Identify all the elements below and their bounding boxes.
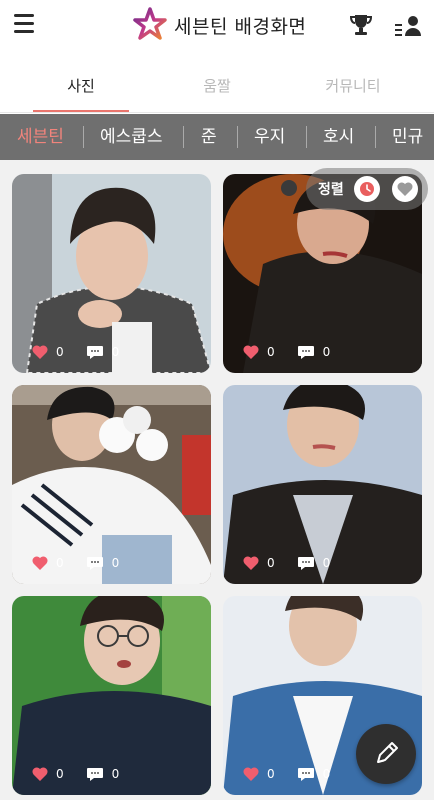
- category-scoups[interactable]: 에스쿱스: [100, 114, 163, 160]
- heart-icon: [32, 556, 48, 570]
- category-divider: [306, 126, 307, 148]
- comment-count[interactable]: 0: [86, 767, 119, 781]
- like-count[interactable]: 0: [243, 345, 275, 359]
- star-logo-icon: [133, 7, 167, 40]
- main-tabs: 사진 움짤 커뮤니티: [0, 60, 434, 112]
- like-count[interactable]: 0: [243, 767, 275, 781]
- category-divider: [237, 126, 238, 148]
- hamburger-menu-icon[interactable]: [14, 14, 34, 34]
- comment-count[interactable]: 0: [86, 345, 119, 359]
- comment-icon: [297, 768, 314, 781]
- heart-icon: [243, 556, 259, 570]
- tabs-divider: [0, 112, 434, 113]
- category-divider: [183, 126, 184, 148]
- heart-icon: [32, 345, 48, 359]
- tab-gifs[interactable]: 움짤: [168, 60, 266, 112]
- write-post-button[interactable]: [356, 724, 416, 784]
- category-divider: [83, 126, 84, 148]
- photo-card[interactable]: 0 0: [12, 174, 211, 373]
- comment-icon: [86, 557, 103, 570]
- comment-icon: [297, 557, 314, 570]
- card-stats: 0 0: [243, 341, 330, 363]
- comment-count[interactable]: 0: [297, 556, 330, 570]
- app-title: 세븐틴 배경화면: [174, 16, 307, 38]
- comment-count[interactable]: 0: [297, 767, 330, 781]
- photo-card[interactable]: 0 0: [12, 596, 211, 795]
- pencil-icon: [377, 742, 398, 763]
- tab-photos[interactable]: 사진: [32, 60, 130, 112]
- like-count[interactable]: 0: [32, 556, 64, 570]
- sort-control: 정렬: [306, 168, 428, 210]
- sort-label: 정렬: [318, 182, 344, 198]
- tab-community[interactable]: 커뮤니티: [304, 60, 402, 112]
- heart-icon: [32, 767, 48, 781]
- heart-icon: [243, 345, 259, 359]
- clock-icon: [360, 182, 374, 196]
- category-mingyu[interactable]: 민규: [392, 114, 423, 160]
- like-count[interactable]: 0: [32, 767, 64, 781]
- category-bar[interactable]: 세븐틴 에스쿱스 준 우지 호시 민규: [0, 114, 434, 160]
- category-jun[interactable]: 준: [201, 114, 217, 160]
- comment-count[interactable]: 0: [86, 556, 119, 570]
- like-count[interactable]: 0: [32, 345, 64, 359]
- sort-by-recent-button[interactable]: [354, 176, 380, 202]
- category-divider: [375, 126, 376, 148]
- sort-by-likes-button[interactable]: [392, 176, 418, 202]
- card-stats: 0 0: [243, 552, 330, 574]
- comment-icon: [297, 346, 314, 359]
- card-stats: 0 0: [32, 341, 119, 363]
- card-stats: 0 0: [32, 552, 119, 574]
- photo-card[interactable]: 0 0: [223, 385, 422, 584]
- heart-icon: [397, 182, 413, 196]
- card-stats: 0 0: [32, 763, 119, 785]
- heart-icon: [243, 767, 259, 781]
- app-header: 세븐틴 배경화면: [0, 0, 434, 52]
- category-woozi[interactable]: 우지: [254, 114, 285, 160]
- category-hoshi[interactable]: 호시: [323, 114, 354, 160]
- photo-card[interactable]: 0 0: [12, 385, 211, 584]
- like-count[interactable]: 0: [243, 556, 275, 570]
- comment-icon: [86, 768, 103, 781]
- card-stats: 0 0: [243, 763, 330, 785]
- comment-count[interactable]: 0: [297, 345, 330, 359]
- trophy-icon[interactable]: [348, 12, 374, 38]
- comment-icon: [86, 346, 103, 359]
- category-seventeen[interactable]: 세븐틴: [17, 114, 64, 160]
- user-list-icon[interactable]: [394, 14, 422, 38]
